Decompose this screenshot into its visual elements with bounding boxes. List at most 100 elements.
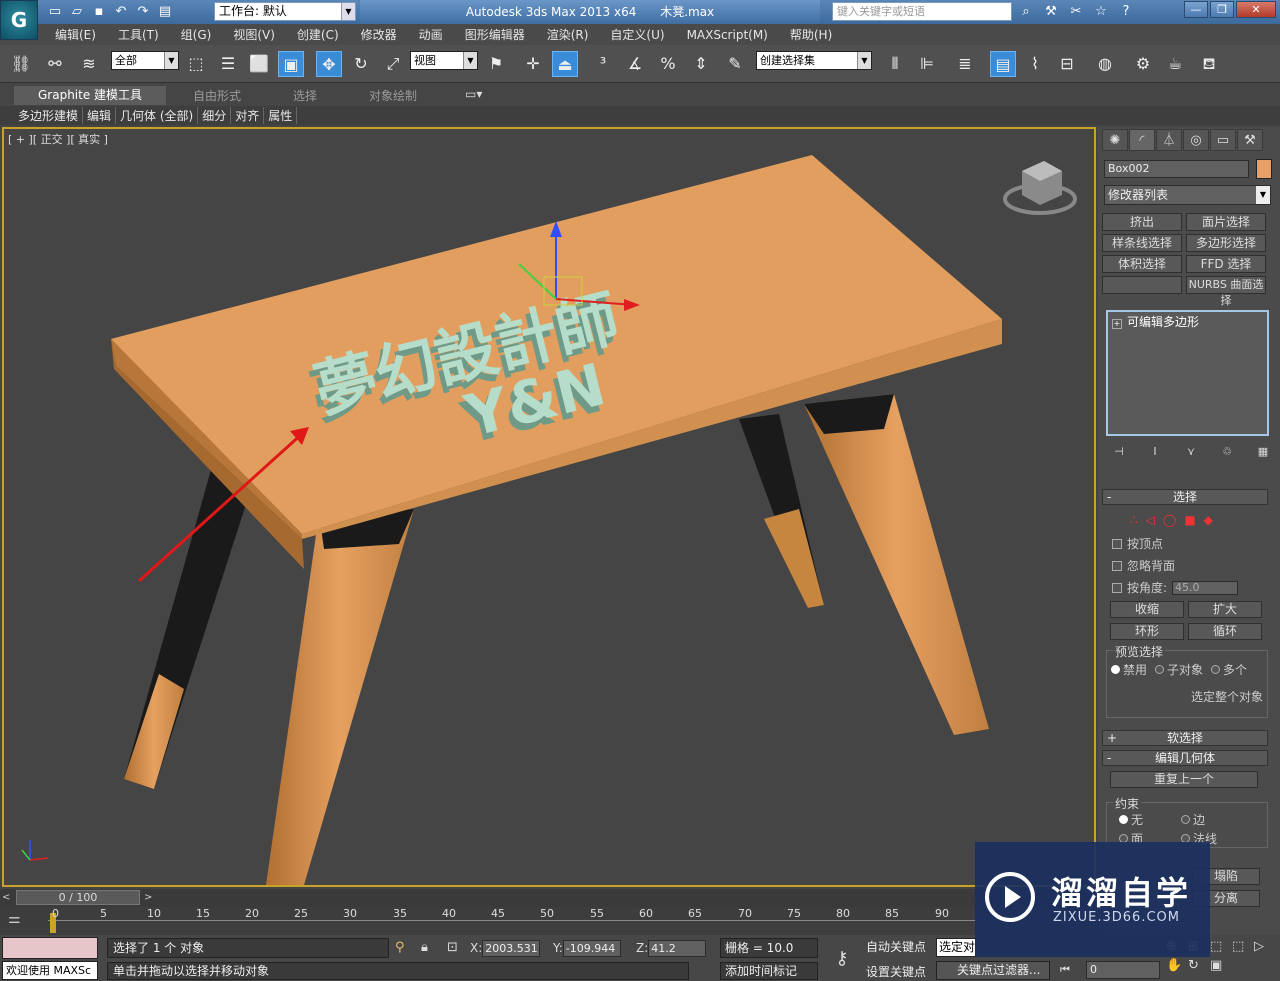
border-icon[interactable]: ◯: [1163, 513, 1176, 527]
track-bar[interactable]: ⚌ 0 5 10 15 20 25 30 35 40 45 50 55 60 6…: [0, 907, 1096, 935]
curve-editor-icon[interactable]: ⌇: [1022, 51, 1048, 77]
next-frame-icon[interactable]: >: [144, 890, 156, 905]
preview-multi-radio[interactable]: 多个: [1211, 661, 1247, 678]
spline-select-button[interactable]: 样条线选择: [1102, 234, 1182, 252]
subtab-properties[interactable]: 属性: [264, 107, 298, 124]
empty-modifier-button[interactable]: [1102, 276, 1182, 294]
subscription-icon[interactable]: ⚒: [1041, 2, 1061, 21]
pin-stack-icon[interactable]: ⊣: [1110, 445, 1128, 461]
auto-key-button[interactable]: 自动关键点: [866, 938, 926, 955]
create-panel-icon[interactable]: ✺: [1102, 129, 1128, 151]
select-rotate-icon[interactable]: ↻: [348, 51, 374, 77]
key-mode-dropdown[interactable]: 选定对象: [936, 938, 976, 957]
align-icon[interactable]: ⊫: [914, 51, 940, 77]
by-angle-checkbox[interactable]: 按角度: 45.0: [1112, 579, 1268, 596]
preview-off-radio[interactable]: 禁用: [1111, 661, 1147, 678]
binoculars-icon[interactable]: ⌕: [1016, 2, 1036, 21]
tab-object-paint[interactable]: 对象绘制: [369, 87, 417, 104]
polygon-icon[interactable]: ■: [1184, 513, 1195, 527]
object-name-field[interactable]: Box002: [1104, 160, 1249, 178]
time-slider-thumb[interactable]: 0 / 100: [16, 890, 140, 905]
help-icon[interactable]: ?: [1116, 2, 1136, 21]
subtab-polygon-modeling[interactable]: 多边形建模: [14, 107, 84, 124]
menu-maxscript[interactable]: MAXScript(M): [687, 28, 768, 42]
material-editor-icon[interactable]: ◍: [1092, 51, 1118, 77]
time-slider[interactable]: < 0 / 100 >: [0, 889, 1096, 907]
track-bar-menu-icon[interactable]: ⚌: [8, 911, 21, 927]
tab-graphite-modeling[interactable]: Graphite 建模工具: [14, 86, 167, 105]
menu-customize[interactable]: 自定义(U): [610, 26, 664, 43]
link-icon[interactable]: ⛓: [8, 51, 34, 77]
project-folder-icon[interactable]: ▤: [156, 4, 174, 20]
motion-panel-icon[interactable]: ◎: [1183, 129, 1209, 151]
modifier-list-dropdown[interactable]: 修改器列表 ▼: [1104, 185, 1271, 205]
subtab-subdivision[interactable]: 细分: [198, 107, 232, 124]
field-of-view-icon[interactable]: ▷: [1254, 939, 1276, 954]
isolate-selection-icon[interactable]: ⚲: [395, 940, 405, 955]
set-key-button[interactable]: 设置关键点: [866, 963, 926, 980]
maximize-viewport-icon[interactable]: ▣: [1210, 958, 1232, 973]
angle-spinner[interactable]: 45.0: [1172, 580, 1239, 595]
render-setup-icon[interactable]: ⚙: [1130, 51, 1156, 77]
y-field[interactable]: -109.944: [562, 940, 621, 957]
subtab-edit[interactable]: 编辑: [83, 107, 117, 124]
named-selection-dropdown[interactable]: 创建选择集 ▼: [756, 51, 872, 70]
keyboard-shortcut-override-icon[interactable]: ⏏: [552, 51, 578, 77]
x-field[interactable]: 2003.531: [482, 940, 541, 957]
perspective-viewport[interactable]: [ + ][ 正交 ][ 真实 ] 夢幻設計師 夢幻設計師 Y&N Y&N: [2, 127, 1096, 887]
select-by-name-icon[interactable]: ☰: [215, 51, 241, 77]
constraint-edge-radio[interactable]: 边: [1181, 811, 1205, 828]
communication-icon[interactable]: ✂: [1066, 2, 1086, 21]
ribbon-options-icon[interactable]: ▭▾: [465, 87, 482, 101]
menu-modifiers[interactable]: 修改器: [361, 26, 397, 43]
selection-filter-dropdown[interactable]: 全部 ▼: [111, 51, 179, 70]
search-input[interactable]: 键入关键字或短语: [832, 2, 1012, 21]
menu-group[interactable]: 组(G): [181, 26, 212, 43]
redo-icon[interactable]: ↷: [134, 4, 152, 20]
unlink-icon[interactable]: ⚯: [42, 51, 68, 77]
menu-animation[interactable]: 动画: [419, 26, 443, 43]
angle-snap-icon[interactable]: ∡: [622, 51, 648, 77]
select-move-icon[interactable]: ✥: [316, 51, 342, 77]
snaps-toggle-icon[interactable]: ³: [590, 51, 616, 77]
volume-select-button[interactable]: 体积选择: [1102, 255, 1182, 273]
maxscript-mini-listener[interactable]: 欢迎使用 MAXSc: [2, 961, 98, 980]
undo-icon[interactable]: ↶: [112, 4, 130, 20]
ring-button[interactable]: 环形: [1110, 623, 1184, 640]
ignore-backfacing-checkbox[interactable]: 忽略背面: [1112, 557, 1268, 574]
display-panel-icon[interactable]: ▭: [1210, 129, 1236, 151]
zoom-extents-icon[interactable]: ⬚: [1210, 939, 1232, 954]
preview-subobject-radio[interactable]: 子对象: [1155, 661, 1203, 678]
edit-named-selection-icon[interactable]: ✎: [722, 51, 748, 77]
minimize-button[interactable]: —: [1184, 1, 1208, 18]
extrude-button[interactable]: 挤出: [1102, 213, 1182, 231]
bind-spacewarp-icon[interactable]: ≋: [76, 51, 102, 77]
tab-selection[interactable]: 选择: [293, 87, 317, 104]
select-scale-icon[interactable]: ⤢: [380, 51, 406, 77]
window-crossing-icon[interactable]: ▣: [278, 51, 304, 77]
maximize-button[interactable]: ❐: [1210, 1, 1234, 18]
menu-help[interactable]: 帮助(H): [790, 26, 832, 43]
hierarchy-panel-icon[interactable]: ⏃: [1156, 129, 1182, 151]
pan-icon[interactable]: ✋: [1166, 958, 1188, 973]
shrink-button[interactable]: 收缩: [1110, 601, 1184, 618]
rendered-frame-icon[interactable]: ☕: [1162, 51, 1188, 77]
select-object-icon[interactable]: ⬚: [183, 51, 209, 77]
patch-select-button[interactable]: 面片选择: [1186, 213, 1266, 231]
favorites-star-icon[interactable]: ☆: [1091, 2, 1111, 21]
vertex-icon[interactable]: ∴: [1130, 513, 1138, 527]
stack-item-editable-poly[interactable]: + 可编辑多边形: [1108, 313, 1267, 330]
set-key-icon[interactable]: ⚷: [825, 941, 859, 977]
subtab-align[interactable]: 对齐: [231, 107, 265, 124]
make-unique-icon[interactable]: ⋎: [1182, 445, 1200, 461]
show-end-result-icon[interactable]: Ⅰ: [1146, 445, 1164, 461]
poly-select-button[interactable]: 多边形选择: [1186, 234, 1266, 252]
graphite-toggle-icon[interactable]: ▤: [990, 51, 1016, 77]
current-frame-field[interactable]: 0: [1086, 961, 1160, 979]
key-filters-button[interactable]: 关键点过滤器...: [936, 961, 1050, 980]
layer-manager-icon[interactable]: ≣: [952, 51, 978, 77]
selection-rollout-header[interactable]: - 选择: [1102, 489, 1268, 505]
utilities-panel-icon[interactable]: ⚒: [1237, 129, 1263, 151]
app-logo-icon[interactable]: G: [0, 0, 38, 40]
menu-graph-editors[interactable]: 图形编辑器: [465, 26, 525, 43]
